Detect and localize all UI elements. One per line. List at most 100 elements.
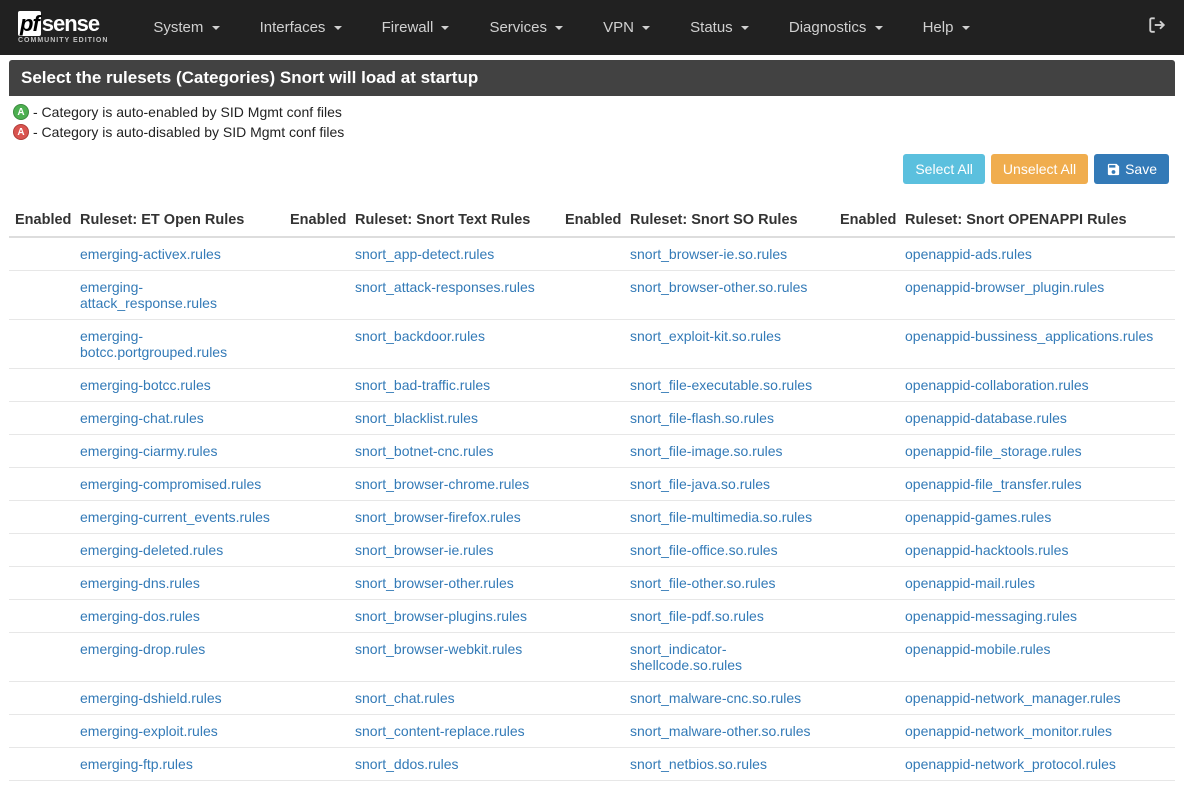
rule-link[interactable]: snort_file-other.so.rules (630, 575, 776, 591)
action-buttons: Select All Unselect All Save (9, 148, 1175, 204)
rule-link[interactable]: openappid-messaging.rules (905, 608, 1077, 624)
caret-icon (642, 26, 650, 30)
rule-link[interactable]: emerging-ftp.rules (80, 756, 193, 772)
rule-link[interactable]: emerging-deleted.rules (80, 542, 223, 558)
rule-link[interactable]: snort_indicator-shellcode.so.rules (630, 641, 742, 673)
rule-link[interactable]: snort_botnet-cnc.rules (355, 443, 494, 459)
table-row: emerging-deleted.rules snort_browser-ie.r… (9, 534, 1175, 567)
auto-enable-badge-icon: A (13, 104, 29, 120)
rule-link[interactable]: emerging-dshield.rules (80, 690, 222, 706)
nav-item-diagnostics[interactable]: Diagnostics (769, 11, 903, 44)
rule-link[interactable]: snort_malware-other.so.rules (630, 723, 811, 739)
rule-link[interactable]: openappid-database.rules (905, 410, 1067, 426)
logo[interactable]: pfsense COMMUNITY EDITION (18, 11, 108, 44)
rule-link[interactable]: snort_file-multimedia.so.rules (630, 509, 812, 525)
caret-icon (212, 26, 220, 30)
rule-link[interactable]: openappid-bussiness_applications.rules (905, 328, 1153, 344)
rule-link[interactable]: openappid-file_transfer.rules (905, 476, 1082, 492)
rule-link[interactable]: emerging-drop.rules (80, 641, 205, 657)
table-row: emerging-ftp.rules snort_ddos.rules snort_… (9, 748, 1175, 781)
rule-link[interactable]: snort_attack-responses.rules (355, 279, 535, 295)
unselect-all-button[interactable]: Unselect All (991, 154, 1088, 184)
rule-link[interactable]: snort_bad-traffic.rules (355, 377, 490, 393)
legend-enabled-text: - Category is auto-enabled by SID Mgmt c… (33, 104, 342, 120)
nav-item-system[interactable]: System (133, 11, 239, 44)
rule-link[interactable]: emerging-ciarmy.rules (80, 443, 217, 459)
rule-link[interactable]: emerging-compromised.rules (80, 476, 261, 492)
caret-icon (555, 26, 563, 30)
rule-link[interactable]: snort_blacklist.rules (355, 410, 478, 426)
rule-link[interactable]: openappid-network_monitor.rules (905, 723, 1112, 739)
rule-link[interactable]: openappid-ads.rules (905, 246, 1032, 262)
rule-link[interactable]: snort_backdoor.rules (355, 328, 485, 344)
nav-item-vpn[interactable]: VPN (583, 11, 670, 44)
legend-disabled-text: - Category is auto-disabled by SID Mgmt … (33, 124, 344, 140)
rule-link[interactable]: snort_file-office.so.rules (630, 542, 778, 558)
rule-link[interactable]: openappid-games.rules (905, 509, 1051, 525)
nav-item-status[interactable]: Status (670, 11, 769, 44)
rule-link[interactable]: emerging-dos.rules (80, 608, 200, 624)
rule-link[interactable]: openappid-mail.rules (905, 575, 1035, 591)
rule-link[interactable]: snort_ddos.rules (355, 756, 459, 772)
rule-link[interactable]: snort_browser-plugins.rules (355, 608, 527, 624)
rule-link[interactable]: openappid-collaboration.rules (905, 377, 1089, 393)
rule-link[interactable]: snort_browser-ie.rules (355, 542, 494, 558)
rule-link[interactable]: snort_browser-ie.so.rules (630, 246, 787, 262)
logo-main: pfsense (18, 11, 108, 37)
rule-link[interactable]: snort_app-detect.rules (355, 246, 494, 262)
rule-link[interactable]: snort_file-java.so.rules (630, 476, 770, 492)
rule-link[interactable]: snort_browser-other.so.rules (630, 279, 807, 295)
save-button[interactable]: Save (1094, 154, 1169, 184)
rulesets-table: Enabled Ruleset: ET Open Rules Enabled R… (9, 204, 1175, 781)
rule-link[interactable]: snort_file-pdf.so.rules (630, 608, 764, 624)
caret-icon (962, 26, 970, 30)
rule-link[interactable]: openappid-network_protocol.rules (905, 756, 1116, 772)
rule-link[interactable]: openappid-hacktools.rules (905, 542, 1068, 558)
table-row: emerging-dshield.rules snort_chat.rules sn… (9, 682, 1175, 715)
rule-link[interactable]: openappid-browser_plugin.rules (905, 279, 1104, 295)
auto-disable-badge-icon: A (13, 124, 29, 140)
rule-link[interactable]: emerging-botcc.portgrouped.rules (80, 328, 227, 360)
rule-link[interactable]: emerging-current_events.rules (80, 509, 270, 525)
rule-link[interactable]: snort_file-image.so.rules (630, 443, 783, 459)
rule-link[interactable]: emerging-activex.rules (80, 246, 221, 262)
rule-link[interactable]: snort_malware-cnc.so.rules (630, 690, 801, 706)
table-row: emerging-exploit.rules snort_content-repl… (9, 715, 1175, 748)
top-navbar: pfsense COMMUNITY EDITION System Interfa… (0, 0, 1184, 55)
table-row: emerging-attack_response.rules snort_atta… (9, 271, 1175, 320)
rule-link[interactable]: snort_browser-chrome.rules (355, 476, 529, 492)
caret-icon (741, 26, 749, 30)
rule-link[interactable]: snort_browser-firefox.rules (355, 509, 521, 525)
th-ruleset-et: Ruleset: ET Open Rules (74, 204, 284, 237)
rule-link[interactable]: emerging-chat.rules (80, 410, 204, 426)
rule-link[interactable]: snort_file-flash.so.rules (630, 410, 774, 426)
rule-link[interactable]: openappid-mobile.rules (905, 641, 1051, 657)
th-ruleset-text: Ruleset: Snort Text Rules (349, 204, 559, 237)
nav-item-help[interactable]: Help (903, 11, 990, 44)
rule-link[interactable]: emerging-botcc.rules (80, 377, 211, 393)
rule-link[interactable]: snort_browser-webkit.rules (355, 641, 522, 657)
rule-link[interactable]: snort_netbios.so.rules (630, 756, 767, 772)
table-row: emerging-chat.rules snort_blacklist.rules… (9, 402, 1175, 435)
panel-title: Select the rulesets (Categories) Snort w… (9, 60, 1175, 96)
rule-link[interactable]: openappid-file_storage.rules (905, 443, 1082, 459)
select-all-button[interactable]: Select All (903, 154, 985, 184)
rule-link[interactable]: emerging-attack_response.rules (80, 279, 217, 311)
table-row: emerging-compromised.rules snort_browser-… (9, 468, 1175, 501)
logout-icon[interactable] (1148, 16, 1166, 39)
rule-link[interactable]: snort_file-executable.so.rules (630, 377, 812, 393)
nav-item-firewall[interactable]: Firewall (362, 11, 470, 44)
th-ruleset-openappid: Ruleset: Snort OPENAPPI Rules (899, 204, 1175, 237)
rule-link[interactable]: snort_exploit-kit.so.rules (630, 328, 781, 344)
th-enabled-2: Enabled (284, 204, 349, 237)
nav-item-services[interactable]: Services (469, 11, 583, 44)
rule-link[interactable]: emerging-exploit.rules (80, 723, 218, 739)
rule-link[interactable]: snort_chat.rules (355, 690, 455, 706)
th-enabled-4: Enabled (834, 204, 899, 237)
nav-item-interfaces[interactable]: Interfaces (240, 11, 362, 44)
rule-link[interactable]: openappid-network_manager.rules (905, 690, 1121, 706)
rule-link[interactable]: snort_content-replace.rules (355, 723, 525, 739)
table-row: emerging-dns.rules snort_browser-other.ru… (9, 567, 1175, 600)
rule-link[interactable]: snort_browser-other.rules (355, 575, 514, 591)
rule-link[interactable]: emerging-dns.rules (80, 575, 200, 591)
